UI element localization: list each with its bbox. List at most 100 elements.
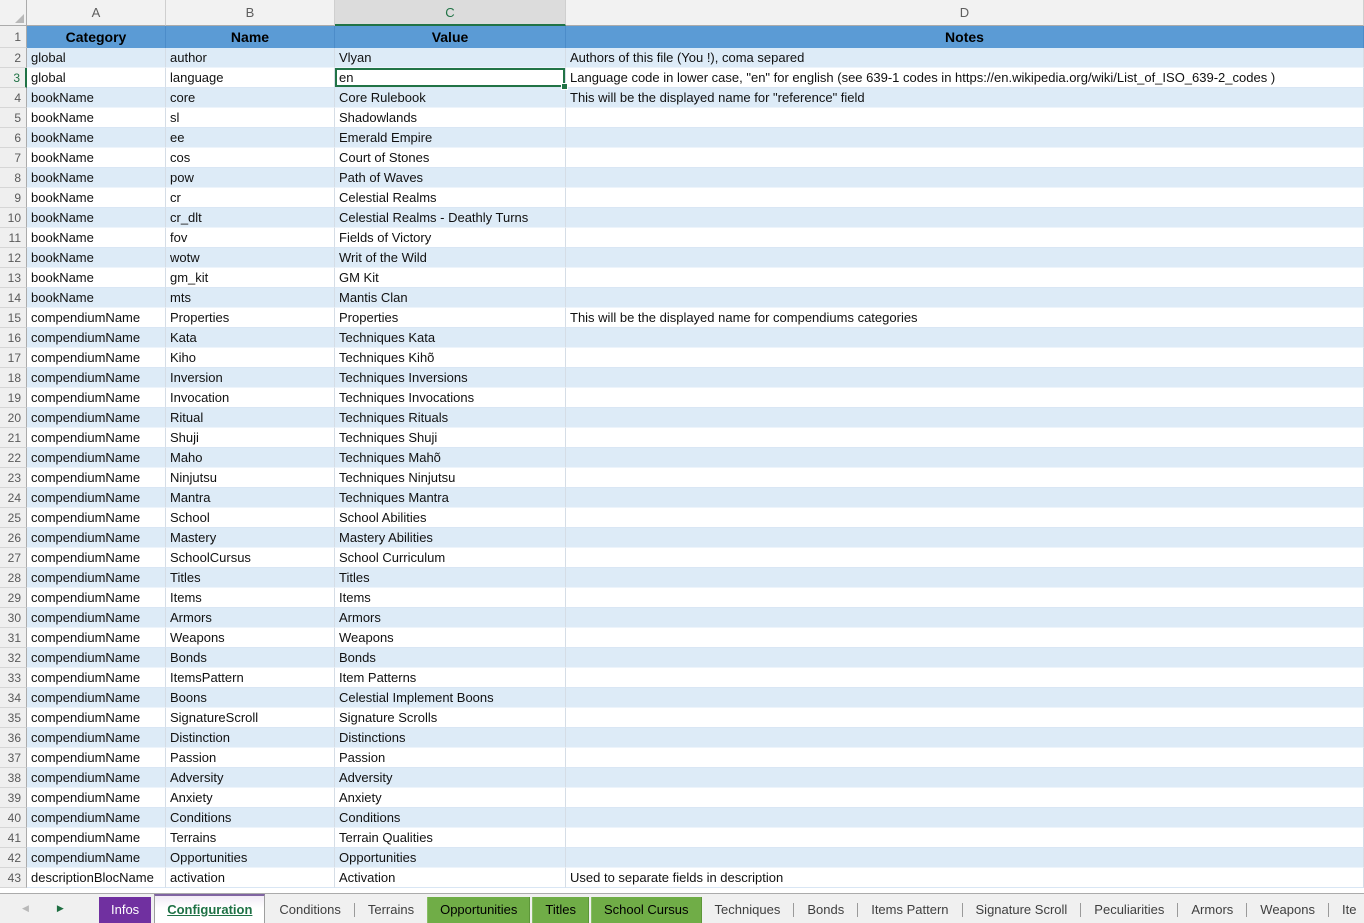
cell-A41[interactable]: compendiumName <box>27 828 166 848</box>
row-header-7[interactable]: 7 <box>0 148 27 168</box>
cell-C3[interactable]: en <box>335 68 566 88</box>
cell-B15[interactable]: Properties <box>166 308 335 328</box>
cell-D5[interactable] <box>566 108 1364 128</box>
cell-B33[interactable]: ItemsPattern <box>166 668 335 688</box>
cell-B5[interactable]: sl <box>166 108 335 128</box>
cell-A29[interactable]: compendiumName <box>27 588 166 608</box>
cell-B36[interactable]: Distinction <box>166 728 335 748</box>
cell-A19[interactable]: compendiumName <box>27 388 166 408</box>
cell-D26[interactable] <box>566 528 1364 548</box>
cell-C8[interactable]: Path of Waves <box>335 168 566 188</box>
cell-A18[interactable]: compendiumName <box>27 368 166 388</box>
cell-B42[interactable]: Opportunities <box>166 848 335 868</box>
cell-A17[interactable]: compendiumName <box>27 348 166 368</box>
row-header-15[interactable]: 15 <box>0 308 27 328</box>
cell-C19[interactable]: Techniques Invocations <box>335 388 566 408</box>
cell-D34[interactable] <box>566 688 1364 708</box>
cell-C37[interactable]: Passion <box>335 748 566 768</box>
row-header-35[interactable]: 35 <box>0 708 27 728</box>
sheet-tab-items-pattern[interactable]: Items Pattern <box>859 897 960 923</box>
row-header-19[interactable]: 19 <box>0 388 27 408</box>
cell-A40[interactable]: compendiumName <box>27 808 166 828</box>
row-header-10[interactable]: 10 <box>0 208 27 228</box>
row-header-4[interactable]: 4 <box>0 88 27 108</box>
sheet-tab-techniques[interactable]: Techniques <box>703 897 793 923</box>
cell-C39[interactable]: Anxiety <box>335 788 566 808</box>
cell-D9[interactable] <box>566 188 1364 208</box>
cell-A35[interactable]: compendiumName <box>27 708 166 728</box>
sheet-tab-opportunities[interactable]: Opportunities <box>427 897 530 923</box>
cell-B12[interactable]: wotw <box>166 248 335 268</box>
column-header-d[interactable]: D <box>566 0 1364 26</box>
cell-D14[interactable] <box>566 288 1364 308</box>
row-header-34[interactable]: 34 <box>0 688 27 708</box>
cell-B9[interactable]: cr <box>166 188 335 208</box>
cell-C25[interactable]: School Abilities <box>335 508 566 528</box>
header-cell-value[interactable]: Value <box>335 26 566 48</box>
cell-C9[interactable]: Celestial Realms <box>335 188 566 208</box>
cell-D27[interactable] <box>566 548 1364 568</box>
cell-B37[interactable]: Passion <box>166 748 335 768</box>
column-header-a[interactable]: A <box>27 0 166 26</box>
sheet-tab-school-cursus[interactable]: School Cursus <box>591 897 702 923</box>
cell-A2[interactable]: global <box>27 48 166 68</box>
row-header-14[interactable]: 14 <box>0 288 27 308</box>
row-header-29[interactable]: 29 <box>0 588 27 608</box>
cell-B6[interactable]: ee <box>166 128 335 148</box>
cell-C15[interactable]: Properties <box>335 308 566 328</box>
cell-D12[interactable] <box>566 248 1364 268</box>
cell-B4[interactable]: core <box>166 88 335 108</box>
cell-D7[interactable] <box>566 148 1364 168</box>
row-header-33[interactable]: 33 <box>0 668 27 688</box>
cell-B24[interactable]: Mantra <box>166 488 335 508</box>
sheet-tab-bonds[interactable]: Bonds <box>795 897 856 923</box>
sheet-tab-configuration[interactable]: Configuration <box>154 894 265 923</box>
cell-D16[interactable] <box>566 328 1364 348</box>
cell-A26[interactable]: compendiumName <box>27 528 166 548</box>
cell-C31[interactable]: Weapons <box>335 628 566 648</box>
cell-C11[interactable]: Fields of Victory <box>335 228 566 248</box>
prev-sheet-arrow-icon[interactable]: ◀ <box>22 904 29 913</box>
sheet-tab-weapons[interactable]: Weapons <box>1248 897 1327 923</box>
cell-A42[interactable]: compendiumName <box>27 848 166 868</box>
row-header-31[interactable]: 31 <box>0 628 27 648</box>
row-header-25[interactable]: 25 <box>0 508 27 528</box>
cell-B20[interactable]: Ritual <box>166 408 335 428</box>
cell-D13[interactable] <box>566 268 1364 288</box>
next-sheet-arrow-icon[interactable]: ▶ <box>57 904 64 913</box>
row-header-6[interactable]: 6 <box>0 128 27 148</box>
cell-C40[interactable]: Conditions <box>335 808 566 828</box>
cell-A4[interactable]: bookName <box>27 88 166 108</box>
cell-C24[interactable]: Techniques Mantra <box>335 488 566 508</box>
cell-D33[interactable] <box>566 668 1364 688</box>
cell-D10[interactable] <box>566 208 1364 228</box>
cell-B11[interactable]: fov <box>166 228 335 248</box>
row-header-5[interactable]: 5 <box>0 108 27 128</box>
row-header-8[interactable]: 8 <box>0 168 27 188</box>
sheet-tab-infos[interactable]: Infos <box>99 897 151 923</box>
cell-B23[interactable]: Ninjutsu <box>166 468 335 488</box>
sheet-tab-peculiarities[interactable]: Peculiarities <box>1082 897 1176 923</box>
header-cell-name[interactable]: Name <box>166 26 335 48</box>
cell-B2[interactable]: author <box>166 48 335 68</box>
cell-D43[interactable]: Used to separate fields in description <box>566 868 1364 888</box>
cell-A28[interactable]: compendiumName <box>27 568 166 588</box>
sheet-tab-signature-scroll[interactable]: Signature Scroll <box>964 897 1080 923</box>
cell-C29[interactable]: Items <box>335 588 566 608</box>
cell-D28[interactable] <box>566 568 1364 588</box>
row-header-9[interactable]: 9 <box>0 188 27 208</box>
cell-D25[interactable] <box>566 508 1364 528</box>
cell-C17[interactable]: Techniques Kihõ <box>335 348 566 368</box>
cell-C14[interactable]: Mantis Clan <box>335 288 566 308</box>
row-header-23[interactable]: 23 <box>0 468 27 488</box>
cell-C6[interactable]: Emerald Empire <box>335 128 566 148</box>
cell-B10[interactable]: cr_dlt <box>166 208 335 228</box>
row-header-20[interactable]: 20 <box>0 408 27 428</box>
cell-D22[interactable] <box>566 448 1364 468</box>
row-header-27[interactable]: 27 <box>0 548 27 568</box>
cell-C34[interactable]: Celestial Implement Boons <box>335 688 566 708</box>
cell-B31[interactable]: Weapons <box>166 628 335 648</box>
cell-C12[interactable]: Writ of the Wild <box>335 248 566 268</box>
cell-D31[interactable] <box>566 628 1364 648</box>
row-header-32[interactable]: 32 <box>0 648 27 668</box>
